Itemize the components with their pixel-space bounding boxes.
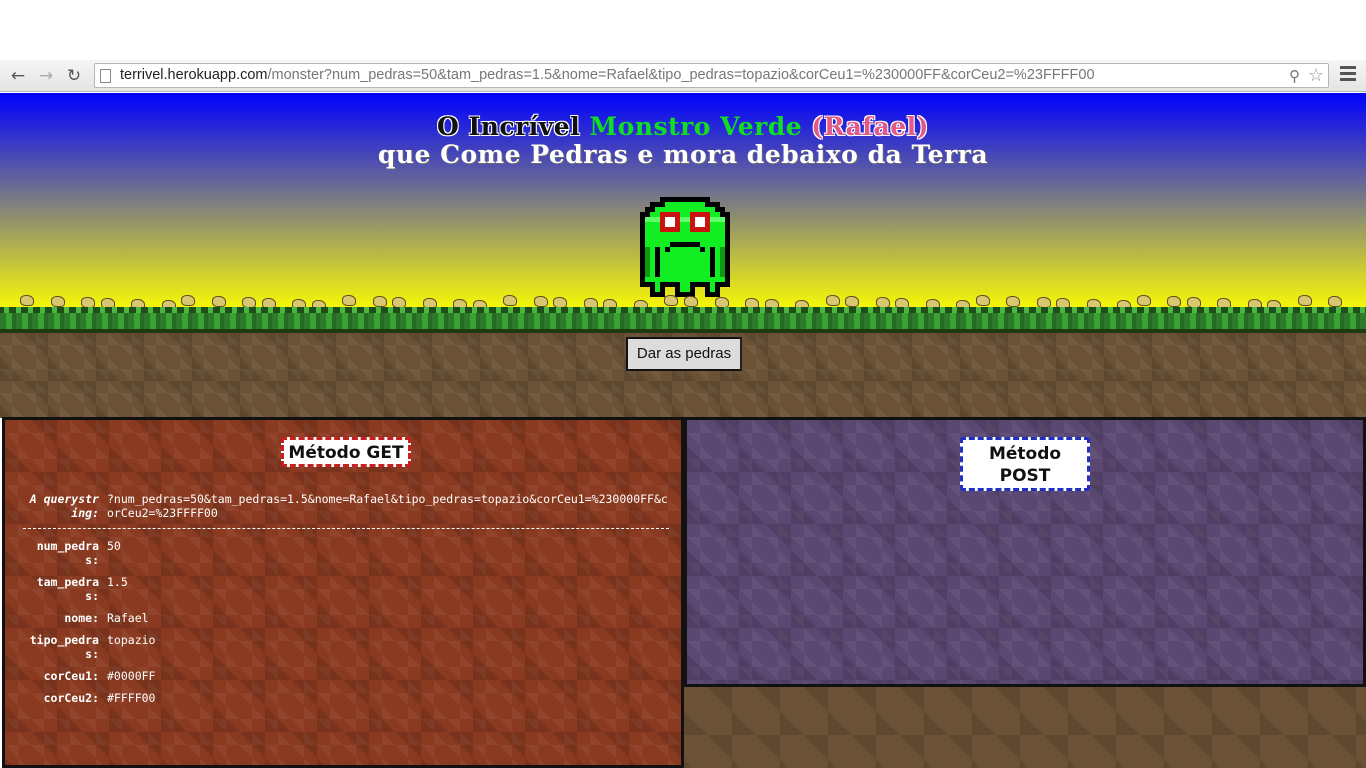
- url-text[interactable]: terrivel.herokuapp.com/monster?num_pedra…: [120, 67, 1095, 83]
- param-row: num_pedras: 50: [23, 539, 669, 567]
- give-stones-button[interactable]: Dar as pedras: [626, 337, 742, 371]
- param-key: tipo_pedras:: [29, 633, 99, 661]
- stone: [20, 295, 34, 306]
- search-icon[interactable]: ⚲: [1289, 67, 1300, 85]
- param-value: Rafael: [107, 611, 149, 625]
- dirt-ground-lower: [684, 687, 1366, 768]
- bookmark-star-icon[interactable]: ☆: [1308, 65, 1324, 86]
- stone: [664, 295, 679, 306]
- menu-icon[interactable]: [1340, 66, 1356, 84]
- title-word-incrivel: O Incrível: [437, 112, 581, 141]
- param-row: tipo_pedras: topazio: [23, 633, 669, 661]
- param-key: nome:: [64, 611, 99, 625]
- stone: [181, 295, 196, 306]
- param-key: num_pedras:: [36, 539, 99, 567]
- get-panel: Método GET A querystring: ?num_pedras=50…: [2, 417, 684, 768]
- address-bar[interactable]: terrivel.herokuapp.com/monster?num_pedra…: [94, 63, 1329, 88]
- stone: [503, 295, 518, 306]
- querystring-value: ?num_pedras=50&tam_pedras=1.5&nome=Rafae…: [107, 492, 668, 520]
- get-params-list: A querystring: ?num_pedras=50&tam_pedras…: [23, 492, 669, 713]
- stone: [1167, 296, 1182, 307]
- stone: [50, 296, 65, 307]
- post-label-line1: Método: [988, 444, 1062, 464]
- title-word-monstro: Monstro Verde: [589, 112, 803, 141]
- stone: [533, 296, 548, 307]
- post-panel: Método POST: [684, 417, 1366, 687]
- reload-icon[interactable]: ↻: [64, 66, 84, 86]
- forward-arrow-icon[interactable]: →: [36, 66, 56, 86]
- param-value: 1.5: [107, 575, 128, 589]
- stone: [342, 295, 357, 306]
- post-method-label: Método POST: [960, 437, 1090, 491]
- param-row: corCeu1: #0000FF: [23, 669, 669, 683]
- url-path: /monster?num_pedras=50&tam_pedras=1.5&no…: [267, 67, 1095, 83]
- querystring-row: A querystring: ?num_pedras=50&tam_pedras…: [23, 492, 669, 520]
- url-host: terrivel.herokuapp.com: [120, 67, 268, 83]
- param-key: tam_pedras:: [36, 575, 99, 603]
- stone: [825, 295, 840, 306]
- page-content: O Incrível Monstro Verde (Rafael) que Co…: [0, 93, 1366, 768]
- param-value: 50: [107, 539, 121, 553]
- monster-image: [640, 197, 730, 297]
- stone: [372, 296, 387, 307]
- param-row: corCeu2: #FFFF00: [23, 691, 669, 705]
- param-key: corCeu2:: [43, 691, 99, 705]
- stone: [684, 296, 698, 307]
- params-divider: [23, 528, 669, 529]
- stone: [975, 295, 990, 306]
- get-method-label: Método GET: [281, 437, 411, 467]
- title-line2: que Come Pedras e mora debaixo da Terra: [377, 140, 989, 169]
- param-row: nome: Rafael: [23, 611, 669, 625]
- page-title: O Incrível Monstro Verde (Rafael) que Co…: [0, 113, 1366, 169]
- grass-strip: [0, 307, 1366, 333]
- param-value: #0000FF: [107, 669, 156, 683]
- stone: [1006, 296, 1021, 307]
- page-icon: [100, 69, 111, 83]
- querystring-label: A querystring:: [29, 492, 99, 520]
- param-value: #FFFF00: [107, 691, 156, 705]
- param-row: tam_pedras: 1.5: [23, 575, 669, 603]
- back-arrow-icon[interactable]: ←: [8, 66, 28, 86]
- stone: [1328, 296, 1343, 307]
- param-key: corCeu1:: [43, 669, 99, 683]
- title-word-name: (Rafael): [811, 112, 929, 141]
- stone: [845, 296, 860, 307]
- window-top: [0, 0, 1366, 60]
- stone: [1297, 295, 1312, 306]
- param-value: topazio: [107, 633, 156, 647]
- post-label-line2: POST: [999, 466, 1051, 486]
- stone: [211, 296, 226, 307]
- stone: [1136, 295, 1151, 306]
